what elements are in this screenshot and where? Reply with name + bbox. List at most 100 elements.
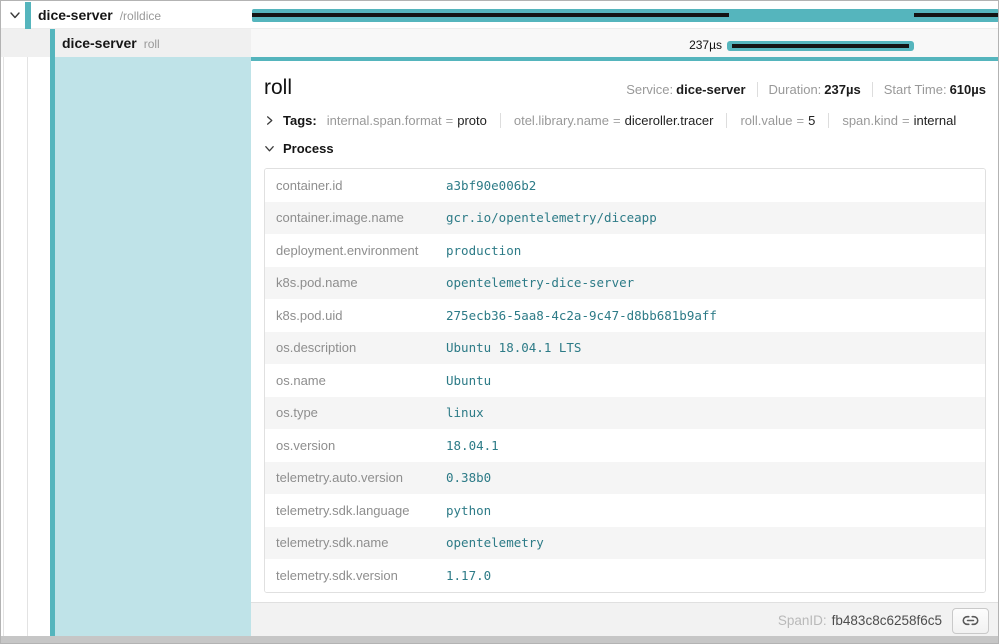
attribute-value: linux (446, 405, 484, 420)
table-row: telemetry.sdk.languagepython (265, 494, 985, 527)
tag-item: internal.span.format =proto (327, 113, 500, 128)
process-label: Process (283, 141, 334, 156)
tag-value: internal (914, 113, 957, 128)
equals-sign: = (613, 113, 621, 128)
process-section-toggle[interactable]: Process (264, 141, 986, 156)
service-label: dice-server (38, 7, 113, 23)
table-row: telemetry.auto.version0.38b0 (265, 462, 985, 495)
attribute-key: os.type (265, 405, 446, 420)
attribute-value: 0.38b0 (446, 470, 491, 485)
table-row: k8s.pod.uid275ecb36-5aa8-4c2a-9c47-d8bb6… (265, 299, 985, 332)
attribute-key: container.id (265, 178, 446, 193)
attribute-value: a3bf90e006b2 (446, 178, 536, 193)
tag-item: roll.value =5 (726, 113, 828, 128)
tag-list: internal.span.format=proto otel.library.… (327, 113, 970, 128)
tag-key: otel.library.name (514, 113, 609, 128)
self-time-overlay (252, 13, 729, 17)
table-row: deployment.environmentproduction (265, 234, 985, 267)
summary-value: dice-server (676, 82, 745, 97)
tag-key: span.kind (842, 113, 898, 128)
span-operation-name: /rolldice (120, 9, 161, 23)
span-duration-label: 237µs (631, 38, 722, 52)
chevron-right-icon (264, 115, 275, 126)
table-row: telemetry.sdk.nameopentelemetry (265, 527, 985, 560)
span-summary: Service:dice-server Duration:237µs Start… (615, 82, 986, 97)
span-service-name[interactable]: dice-server roll (62, 35, 160, 51)
chevron-down-icon (264, 143, 275, 154)
tag-item: span.kind = internal (828, 113, 969, 128)
attribute-key: deployment.environment (265, 243, 446, 258)
spanid-value: fb483c8c6258f6c5 (832, 613, 942, 628)
horizontal-scrollbar[interactable] (1, 636, 998, 643)
summary-service: Service:dice-server (615, 82, 756, 97)
equals-sign: = (902, 113, 910, 128)
detail-header: roll Service:dice-server Duration:237µs … (264, 76, 986, 100)
attribute-value: Ubuntu 18.04.1 LTS (446, 340, 581, 355)
spanid-label: SpanID: (778, 613, 827, 628)
attribute-value: opentelemetry (446, 535, 544, 550)
indent-guide (27, 29, 28, 636)
equals-sign: = (797, 113, 805, 128)
table-row: os.version18.04.1 (265, 429, 985, 462)
trace-detail-page: dice-server/rolldice dice-server roll 237… (0, 0, 999, 644)
attribute-value: opentelemetry-dice-server (446, 275, 634, 290)
attribute-key: telemetry.sdk.name (265, 535, 446, 550)
table-row: os.nameUbuntu (265, 364, 985, 397)
chevron-down-icon (9, 9, 21, 21)
tag-item: otel.library.name = diceroller.tracer (500, 113, 727, 128)
attribute-value: 1.17.0 (446, 568, 491, 583)
span-title: roll (264, 76, 292, 100)
detail-footer: SpanID: fb483c8c6258f6c5 (251, 602, 999, 638)
equals-sign: = (446, 113, 454, 128)
attribute-key: os.name (265, 373, 446, 388)
attribute-key: container.image.name (265, 210, 446, 225)
attribute-value: production (446, 243, 521, 258)
attribute-key: k8s.pod.uid (265, 308, 446, 323)
attribute-key: telemetry.auto.version (265, 470, 446, 485)
table-row: telemetry.sdk.version1.17.0 (265, 559, 985, 592)
attribute-key: os.description (265, 340, 446, 355)
copy-link-button[interactable] (952, 608, 989, 634)
attribute-value: python (446, 503, 491, 518)
tag-key: roll.value (740, 113, 792, 128)
summary-duration: Duration:237µs (757, 82, 872, 97)
attribute-value: 18.04.1 (446, 438, 499, 453)
summary-value: 237µs (824, 82, 860, 97)
attribute-key: os.version (265, 438, 446, 453)
selected-span-color-bar (50, 29, 55, 638)
selected-span-highlight (55, 57, 251, 638)
link-icon (962, 614, 979, 627)
self-time-overlay (914, 13, 999, 17)
collapse-children-button[interactable] (8, 8, 22, 22)
tag-value: diceroller.tracer (625, 113, 714, 128)
indent-guide (3, 29, 4, 636)
span-service-name[interactable]: dice-server/rolldice (38, 7, 161, 23)
attribute-key: k8s.pod.name (265, 275, 446, 290)
table-row: container.ida3bf90e006b2 (265, 169, 985, 202)
attribute-value: 275ecb36-5aa8-4c2a-9c47-d8bb681b9aff (446, 308, 717, 323)
tag-value: proto (457, 113, 487, 128)
tags-label: Tags: (283, 113, 317, 128)
table-row: os.descriptionUbuntu 18.04.1 LTS (265, 332, 985, 365)
summary-label: Duration: (769, 82, 822, 97)
span-detail-panel: roll Service:dice-server Duration:237µs … (251, 57, 999, 638)
table-row: k8s.pod.nameopentelemetry-dice-server (265, 267, 985, 300)
span-color-bar (25, 2, 31, 29)
span-operation-name: roll (144, 37, 160, 51)
summary-label: Start Time: (884, 82, 947, 97)
root-span-bar[interactable] (252, 9, 999, 22)
table-row: os.typelinux (265, 397, 985, 430)
tag-key: internal.span.format (327, 113, 442, 128)
process-attributes-table: container.ida3bf90e006b2 container.image… (264, 168, 986, 593)
summary-label: Service: (626, 82, 673, 97)
attribute-value: gcr.io/opentelemetry/diceapp (446, 210, 657, 225)
attribute-value: Ubuntu (446, 373, 491, 388)
self-time-overlay (732, 44, 909, 48)
tags-section-toggle[interactable]: Tags: internal.span.format=proto otel.li… (264, 113, 986, 128)
summary-start-time: Start Time:610µs (872, 82, 986, 97)
service-label: dice-server (62, 35, 137, 51)
summary-value: 610µs (950, 82, 986, 97)
tag-value: 5 (808, 113, 815, 128)
roll-span-bar[interactable] (727, 41, 914, 51)
attribute-key: telemetry.sdk.version (265, 568, 446, 583)
